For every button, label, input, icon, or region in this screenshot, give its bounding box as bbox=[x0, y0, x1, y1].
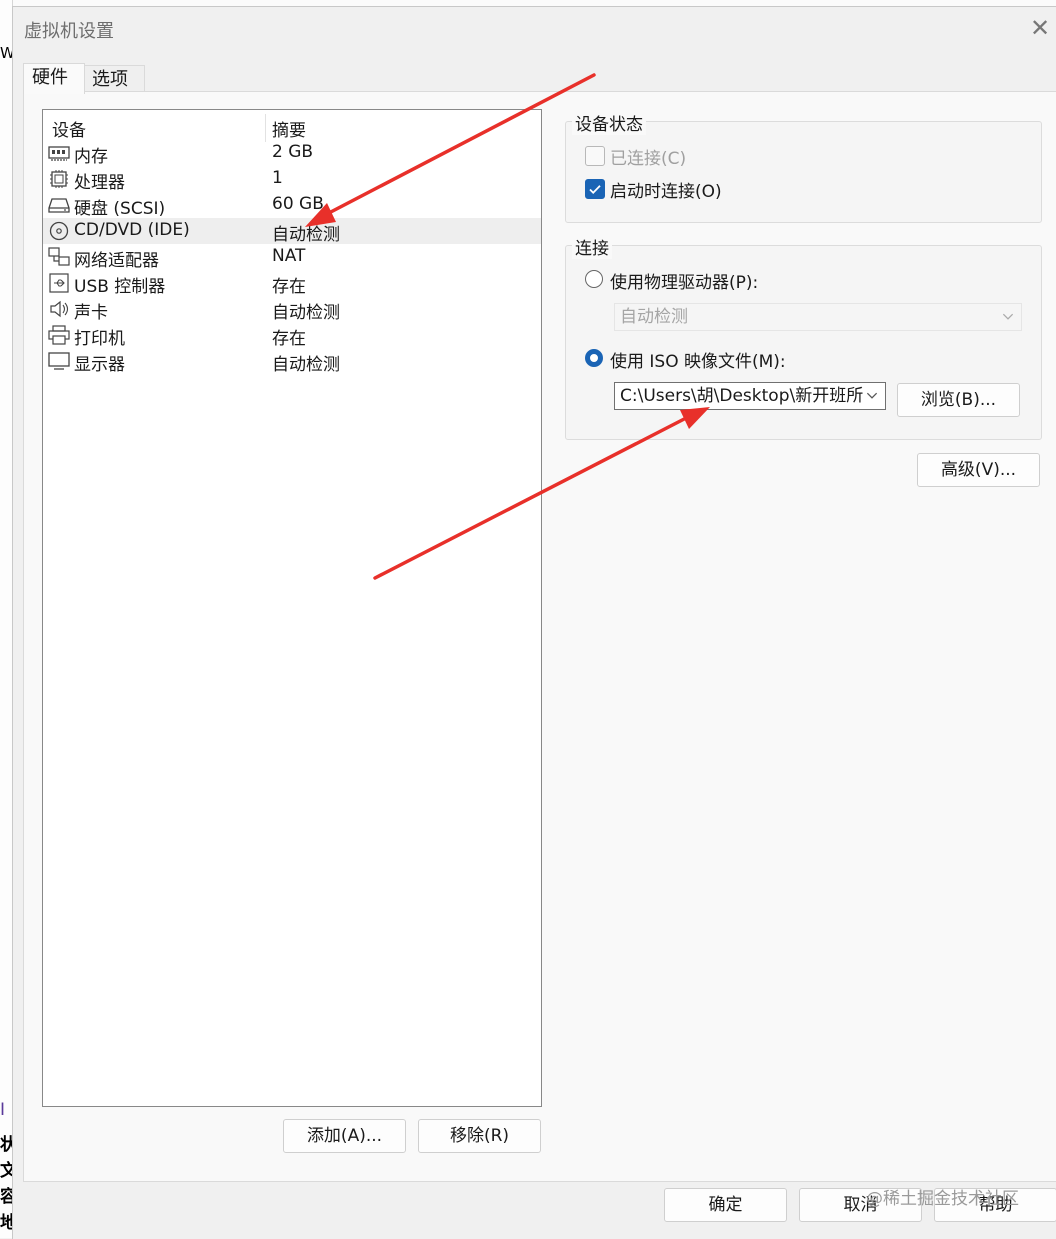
column-header-device[interactable]: 设备 bbox=[52, 116, 86, 141]
device-name: 内存 bbox=[74, 147, 108, 167]
device-list[interactable]: 设备 摘要 内存 2 GB 处理器 1 硬盘 (SCSI) 60 GB CD/D… bbox=[42, 109, 542, 1107]
device-summary: 自动检测 bbox=[272, 355, 340, 375]
device-name: 声卡 bbox=[74, 303, 108, 323]
device-summary: 存在 bbox=[272, 277, 306, 297]
device-summary: 自动检测 bbox=[272, 303, 340, 323]
add-device-button[interactable]: 添加(A)... bbox=[283, 1119, 406, 1153]
device-status-group: 设备状态 已连接(C) 启动时连接(O) bbox=[565, 110, 1042, 223]
checkmark-icon bbox=[589, 185, 601, 194]
connection-group: 连接 使用物理驱动器(P): 自动检测 使用 ISO 映像文件(M): C:\U… bbox=[565, 234, 1042, 440]
network-adapter-icon bbox=[48, 247, 70, 266]
device-name: 处理器 bbox=[74, 173, 125, 193]
device-row-usb-controller[interactable]: USB 控制器 存在 bbox=[43, 270, 541, 297]
vm-settings-dialog: 虚拟机设置 ✕ 硬件 选项 设备 摘要 内存 2 GB 处理器 1 硬盘 (SC… bbox=[12, 6, 1056, 1239]
printer-icon bbox=[48, 325, 70, 345]
memory-icon bbox=[48, 146, 70, 161]
sound-card-icon bbox=[50, 300, 69, 318]
device-summary: 自动检测 bbox=[272, 225, 340, 245]
device-row-cd-dvd[interactable]: CD/DVD (IDE) 自动检测 bbox=[43, 218, 541, 245]
device-row-display[interactable]: 显示器 自动检测 bbox=[43, 348, 541, 375]
close-icon[interactable]: ✕ bbox=[1027, 15, 1053, 41]
device-row-hard-disk[interactable]: 硬盘 (SCSI) 60 GB bbox=[43, 192, 541, 219]
iso-path-value: C:\Users\胡\Desktop\新开班所 bbox=[620, 386, 864, 406]
remove-device-button[interactable]: 移除(R) bbox=[418, 1119, 541, 1153]
physical-drive-select-value: 自动检测 bbox=[620, 307, 688, 327]
physical-drive-select[interactable]: 自动检测 bbox=[614, 303, 1022, 331]
cd-dvd-icon bbox=[49, 221, 69, 241]
connect-at-power-on-label[interactable]: 启动时连接(O) bbox=[610, 177, 722, 202]
background-text: I bbox=[0, 1100, 6, 1120]
device-name: CD/DVD (IDE) bbox=[74, 220, 190, 240]
tab-options[interactable]: 选项 bbox=[83, 65, 145, 93]
device-row-printer[interactable]: 打印机 存在 bbox=[43, 322, 541, 349]
device-row-processor[interactable]: 处理器 1 bbox=[43, 166, 541, 193]
device-name: 显示器 bbox=[74, 355, 125, 375]
watermark: @稀土掘金技术社区 bbox=[866, 1189, 1019, 1209]
chevron-down-icon bbox=[865, 383, 879, 409]
chevron-down-icon bbox=[1002, 313, 1014, 320]
device-list-header: 设备 摘要 bbox=[43, 114, 541, 142]
device-summary: NAT bbox=[272, 246, 306, 266]
usb-icon bbox=[49, 273, 69, 293]
iso-image-radio[interactable] bbox=[585, 349, 603, 367]
column-header-summary[interactable]: 摘要 bbox=[272, 116, 306, 141]
device-row-network-adapter[interactable]: 网络适配器 NAT bbox=[43, 244, 541, 271]
physical-drive-label[interactable]: 使用物理驱动器(P): bbox=[610, 268, 758, 293]
device-summary: 1 bbox=[272, 168, 283, 188]
device-status-title: 设备状态 bbox=[572, 110, 646, 135]
tab-hardware[interactable]: 硬件 bbox=[23, 63, 85, 94]
device-summary: 60 GB bbox=[272, 194, 324, 214]
physical-drive-radio[interactable] bbox=[585, 270, 603, 288]
device-name: 打印机 bbox=[74, 329, 125, 349]
device-row-memory[interactable]: 内存 2 GB bbox=[43, 140, 541, 167]
ok-button[interactable]: 确定 bbox=[664, 1188, 787, 1222]
display-icon bbox=[48, 352, 70, 370]
device-name: USB 控制器 bbox=[74, 277, 166, 297]
iso-path-select[interactable]: C:\Users\胡\Desktop\新开班所 bbox=[614, 382, 886, 410]
device-row-sound-card[interactable]: 声卡 自动检测 bbox=[43, 296, 541, 323]
connected-checkbox[interactable] bbox=[585, 146, 605, 166]
dialog-title: 虚拟机设置 bbox=[24, 21, 114, 42]
processor-icon bbox=[50, 170, 68, 188]
device-summary: 存在 bbox=[272, 329, 306, 349]
hard-disk-icon bbox=[48, 198, 70, 213]
browse-button[interactable]: 浏览(B)... bbox=[897, 383, 1020, 417]
advanced-button[interactable]: 高级(V)... bbox=[917, 453, 1040, 487]
device-name: 网络适配器 bbox=[74, 251, 159, 271]
column-divider[interactable] bbox=[265, 114, 266, 142]
connection-title: 连接 bbox=[572, 234, 612, 259]
device-summary: 2 GB bbox=[272, 142, 314, 162]
connect-at-power-on-checkbox[interactable] bbox=[585, 179, 605, 199]
iso-image-label[interactable]: 使用 ISO 映像文件(M): bbox=[610, 347, 786, 372]
connected-label[interactable]: 已连接(C) bbox=[610, 144, 686, 169]
device-name: 硬盘 (SCSI) bbox=[74, 199, 166, 219]
